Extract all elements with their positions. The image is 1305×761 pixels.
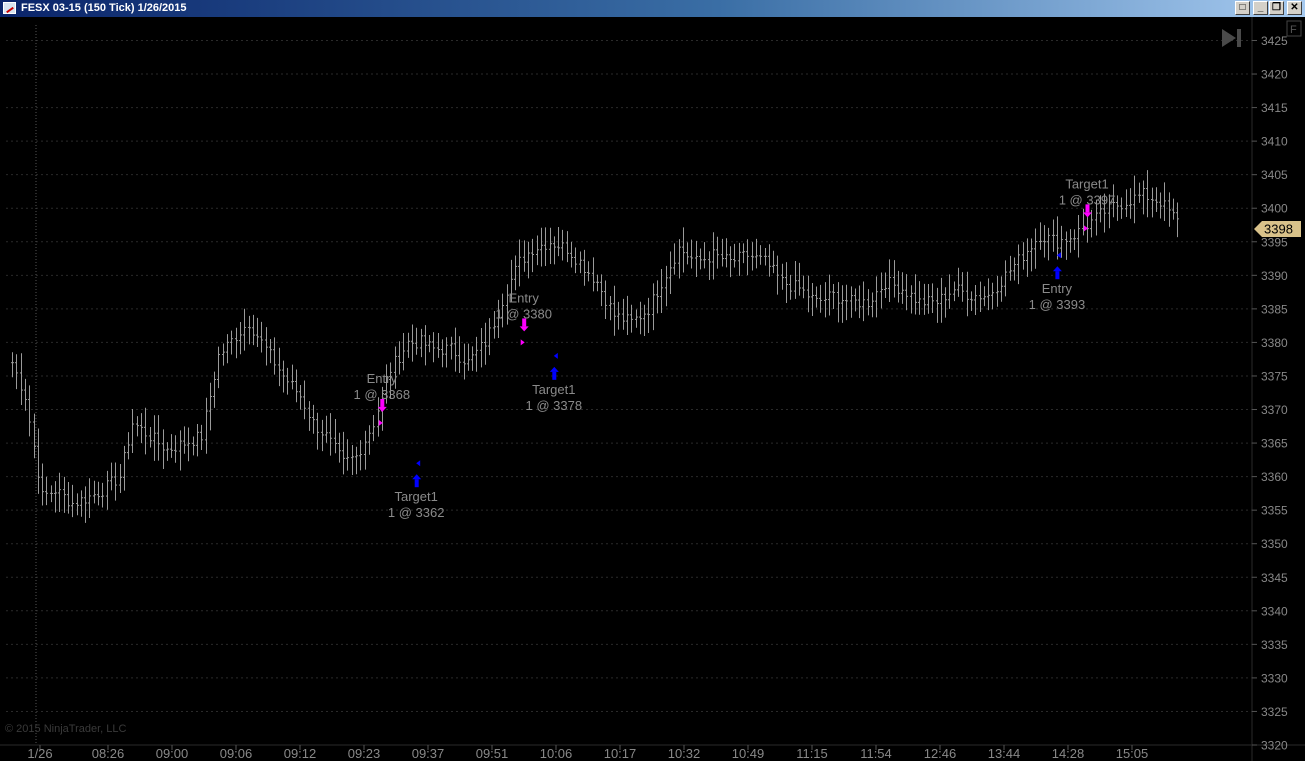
x-tick-label: 08:26 [92, 746, 125, 761]
x-tick-label: 10:49 [732, 746, 765, 761]
x-tick-label: 10:06 [540, 746, 573, 761]
y-tick-label: 3355 [1261, 504, 1288, 518]
trade-detail: 1 @ 3397 [1059, 192, 1116, 207]
y-tick-label: 3410 [1261, 135, 1288, 149]
svg-text:F: F [1290, 24, 1297, 36]
y-tick-label: 3385 [1261, 302, 1288, 316]
restore-small-button[interactable]: □ [1235, 1, 1250, 15]
trade-label: Entry [509, 290, 540, 305]
trade-label: Target1 [532, 382, 575, 397]
x-tick-label: 1/26 [27, 746, 52, 761]
y-tick-label: 3345 [1261, 571, 1288, 585]
y-tick-label: 3325 [1261, 705, 1288, 719]
x-tick-label: 10:32 [668, 746, 701, 761]
y-tick-label: 3365 [1261, 437, 1288, 451]
trade-detail: 1 @ 3368 [354, 387, 411, 402]
x-tick-label: 09:51 [476, 746, 509, 761]
trade-label: Entry [1042, 281, 1073, 296]
y-tick-label: 3415 [1261, 101, 1288, 115]
up-arrow-icon [414, 479, 419, 488]
maximize-button[interactable]: ❐ [1269, 1, 1284, 15]
y-tick-label: 3400 [1261, 202, 1288, 216]
x-tick-label: 12:46 [924, 746, 957, 761]
x-tick-label: 14:28 [1052, 746, 1085, 761]
trade-detail: 1 @ 3362 [388, 505, 445, 520]
x-tick-label: 09:12 [284, 746, 317, 761]
trade-label: Target1 [1065, 176, 1108, 191]
window-title: FESX 03-15 (150 Tick) 1/26/2015 [21, 2, 187, 14]
x-tick-label: 09:06 [220, 746, 253, 761]
y-tick-label: 3405 [1261, 168, 1288, 182]
trade-detail: 1 @ 3393 [1029, 297, 1086, 312]
y-tick-label: 3420 [1261, 68, 1288, 82]
y-tick-label: 3425 [1261, 34, 1288, 48]
trade-detail: 1 @ 3380 [495, 306, 552, 321]
y-tick-label: 3380 [1261, 336, 1288, 350]
chart-app-icon [3, 2, 16, 14]
close-button[interactable]: ✕ [1287, 1, 1302, 15]
up-arrow-icon [552, 371, 557, 380]
y-tick-label: 3390 [1261, 269, 1288, 283]
y-tick-label: 3320 [1261, 739, 1288, 753]
x-tick-label: 09:37 [412, 746, 445, 761]
x-tick-label: 09:00 [156, 746, 189, 761]
up-arrow-icon [1055, 271, 1060, 280]
y-tick-label: 3330 [1261, 671, 1288, 685]
x-tick-label: 11:54 [860, 746, 892, 761]
y-tick-label: 3360 [1261, 470, 1288, 484]
y-tick-label: 3370 [1261, 403, 1288, 417]
trade-label: Entry [367, 371, 398, 386]
price-chart[interactable]: 3425 3420 3415 3410 3405 3400 3395 3390 3385 3380… [0, 17, 1305, 761]
y-tick-label: 3335 [1261, 638, 1288, 652]
y-tick-label: 3350 [1261, 537, 1288, 551]
last-price-label: 3398 [1264, 222, 1293, 237]
window-title-bar: FESX 03-15 (150 Tick) 1/26/2015 □ _ ❐ ✕ [0, 0, 1305, 17]
minimize-button[interactable]: _ [1253, 1, 1268, 15]
y-tick-label: 3395 [1261, 235, 1288, 249]
x-tick-label: 10:17 [604, 746, 637, 761]
y-tick-label: 3375 [1261, 369, 1288, 383]
chart-panel[interactable]: 3425 3420 3415 3410 3405 3400 3395 3390 3385 3380… [0, 17, 1305, 761]
x-tick-label: 09:23 [348, 746, 381, 761]
x-tick-label: 13:44 [988, 746, 1021, 761]
copyright-notice: © 2015 NinjaTrader, LLC [5, 723, 126, 735]
trade-label: Target1 [395, 489, 438, 504]
y-tick-label: 3340 [1261, 604, 1288, 618]
x-tick-label: 11:15 [796, 746, 828, 761]
trade-detail: 1 @ 3378 [526, 398, 583, 413]
last-price-marker: 3398 [1254, 221, 1301, 237]
x-tick-label: 15:05 [1116, 746, 1149, 761]
